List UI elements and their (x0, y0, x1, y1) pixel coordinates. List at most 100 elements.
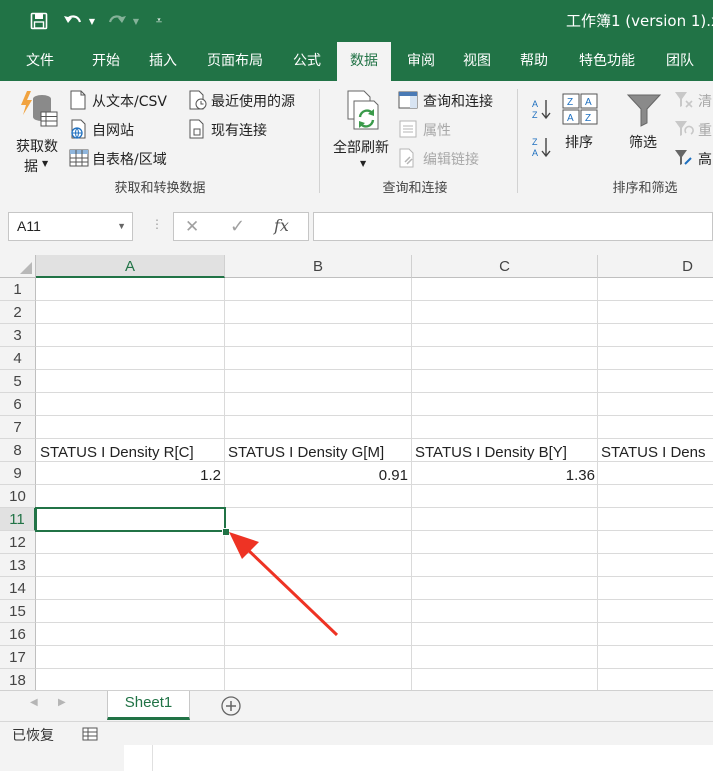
undo-icon[interactable] (62, 9, 84, 33)
edit-links-icon (399, 148, 414, 168)
refresh-all-icon (347, 90, 379, 130)
svg-text:Z: Z (532, 137, 538, 147)
recent-sources-icon (189, 90, 207, 110)
table-icon (69, 149, 89, 167)
chevron-down-icon: ▼ (42, 159, 49, 168)
sort-a-to-z-icon[interactable]: A Z (531, 97, 553, 121)
from-web-button[interactable]: 自网站 (69, 118, 159, 140)
from-text-csv-button[interactable]: 从文本/CSV (69, 89, 179, 111)
group-divider (319, 89, 320, 193)
scroll-left-icon[interactable]: ◀ (30, 697, 38, 708)
tab-file[interactable]: 文件 (14, 42, 66, 81)
refresh-all-button[interactable]: 全部刷新 ▼ (330, 87, 396, 175)
chevron-down-icon: ▼ (360, 159, 367, 168)
svg-text:A: A (532, 99, 538, 109)
recent-sources-button[interactable]: 最近使用的源 (188, 89, 308, 111)
queries-connections-button[interactable]: 查询和连接 (398, 89, 508, 111)
from-table-button[interactable]: 自表格/区域 (69, 147, 179, 169)
macro-record-icon[interactable] (82, 726, 98, 742)
clear-filter-icon (675, 92, 693, 108)
properties-icon (399, 120, 417, 138)
existing-connections-label: 现有连接 (211, 123, 267, 139)
redo-dropdown-icon[interactable]: ▼ (130, 9, 142, 33)
tab-page-layout[interactable]: 页面布局 (197, 42, 273, 81)
more-options-icon[interactable]: ⋮ (151, 217, 163, 231)
properties-label: 属性 (423, 123, 451, 139)
group-sort-filter-label: 排序和筛选 (612, 181, 678, 196)
svg-text:Z: Z (585, 113, 591, 124)
title-bar: ▼ ▼ ⩡ 工作簿1 (version 1).x (0, 0, 713, 42)
tab-data[interactable]: 数据 (337, 42, 391, 81)
customize-quick-access-icon[interactable]: ⩡ (152, 9, 166, 33)
chevron-down-icon[interactable]: ▼ (117, 213, 126, 240)
queries-pane-icon (398, 91, 418, 109)
status-text: 已恢复 (12, 728, 54, 744)
svg-text:A: A (567, 113, 574, 124)
tab-review[interactable]: 审阅 (396, 42, 446, 81)
advanced-button[interactable]: 高 (674, 147, 713, 169)
name-box-value: A11 (17, 218, 41, 234)
tab-formulas[interactable]: 公式 (282, 42, 332, 81)
name-box[interactable]: A11 ▼ (8, 212, 133, 241)
reapply-icon (675, 121, 694, 136)
formula-buttons: ✕ ✓ fx (173, 212, 309, 241)
redo-icon[interactable] (106, 9, 128, 33)
svg-text:Z: Z (532, 110, 538, 120)
window-title: 工作簿1 (version 1).x (566, 12, 713, 30)
formula-input[interactable] (313, 212, 713, 241)
sort-label: 排序 (565, 135, 593, 151)
properties-button[interactable]: 属性 (398, 118, 478, 140)
enter-icon[interactable]: ✓ (230, 216, 245, 237)
filter-icon (626, 94, 662, 127)
insert-function-icon[interactable]: fx (274, 216, 289, 235)
tab-special-features[interactable]: 特色功能 (571, 42, 643, 81)
tab-home[interactable]: 开始 (80, 42, 132, 81)
svg-text:A: A (585, 97, 592, 108)
tab-insert[interactable]: 插入 (137, 42, 189, 81)
from-table-label: 自表格/区域 (92, 152, 167, 168)
clear-button[interactable]: 清 (674, 89, 713, 111)
tab-view[interactable]: 视图 (452, 42, 502, 81)
annotation-arrow-icon (229, 532, 339, 637)
sort-button[interactable]: Z A A Z 排序 (560, 91, 602, 161)
get-data-label-1: 获取数 (16, 139, 58, 155)
filter-button[interactable]: 筛选 (624, 91, 666, 161)
existing-connections-icon (189, 119, 204, 139)
desktop-area (0, 745, 713, 771)
excel-window: ▼ ▼ ⩡ 工作簿1 (version 1).x 文件 开始 插入 页面布局 公… (0, 0, 713, 771)
tab-help[interactable]: 帮助 (509, 42, 559, 81)
save-icon[interactable] (28, 9, 50, 33)
undo-dropdown-icon[interactable]: ▼ (86, 9, 98, 33)
group-get-transform-label: 获取和转换数据 (114, 181, 206, 196)
sheet-tab-sheet1[interactable]: Sheet1 (107, 691, 190, 720)
advanced-filter-icon (675, 150, 692, 165)
add-sheet-icon[interactable] (220, 695, 242, 717)
filter-label: 筛选 (629, 135, 657, 151)
edit-links-button[interactable]: 编辑链接 (398, 147, 498, 169)
sort-icon: Z A A Z (562, 93, 598, 125)
reapply-button[interactable]: 重 (674, 118, 713, 140)
existing-connections-button[interactable]: 现有连接 (188, 118, 288, 140)
ribbon-tabs: 文件 开始 插入 页面布局 公式 数据 审阅 视图 帮助 特色功能 团队 (0, 42, 713, 81)
queries-connections-label: 查询和连接 (423, 94, 493, 110)
scroll-right-icon[interactable]: ▶ (58, 697, 66, 708)
svg-text:Z: Z (567, 97, 573, 108)
formula-bar: A11 ▼ ⋮ ✕ ✓ fx (0, 200, 713, 255)
sort-z-to-a-icon[interactable]: Z A (531, 135, 553, 159)
svg-text:A: A (532, 148, 538, 158)
get-data-label-2: 据 (24, 159, 38, 175)
reapply-label: 重 (698, 123, 712, 139)
edit-links-label: 编辑链接 (423, 152, 479, 168)
from-web-label: 自网站 (92, 123, 134, 139)
group-divider (517, 89, 518, 193)
refresh-all-label: 全部刷新 (333, 140, 389, 156)
from-text-csv-label: 从文本/CSV (92, 94, 167, 110)
status-bar: 已恢复 (0, 721, 713, 746)
tab-team[interactable]: 团队 (655, 42, 705, 81)
worksheet-grid[interactable]: A B C D 1 2 3 4 5 6 7 8 9 10 11 12 13 14 15 16 17 18 STAT… (0, 255, 713, 690)
cancel-icon[interactable]: ✕ (185, 217, 199, 237)
ribbon-data: 获取数 据 ▼ 从文本/CSV 自网站 自表格/区域 最近使用的源 现有连接 获… (0, 81, 713, 201)
get-data-button[interactable]: 获取数 据 ▼ (12, 87, 64, 175)
clear-label: 清 (698, 94, 712, 110)
group-queries-label: 查询和连接 (382, 181, 448, 196)
